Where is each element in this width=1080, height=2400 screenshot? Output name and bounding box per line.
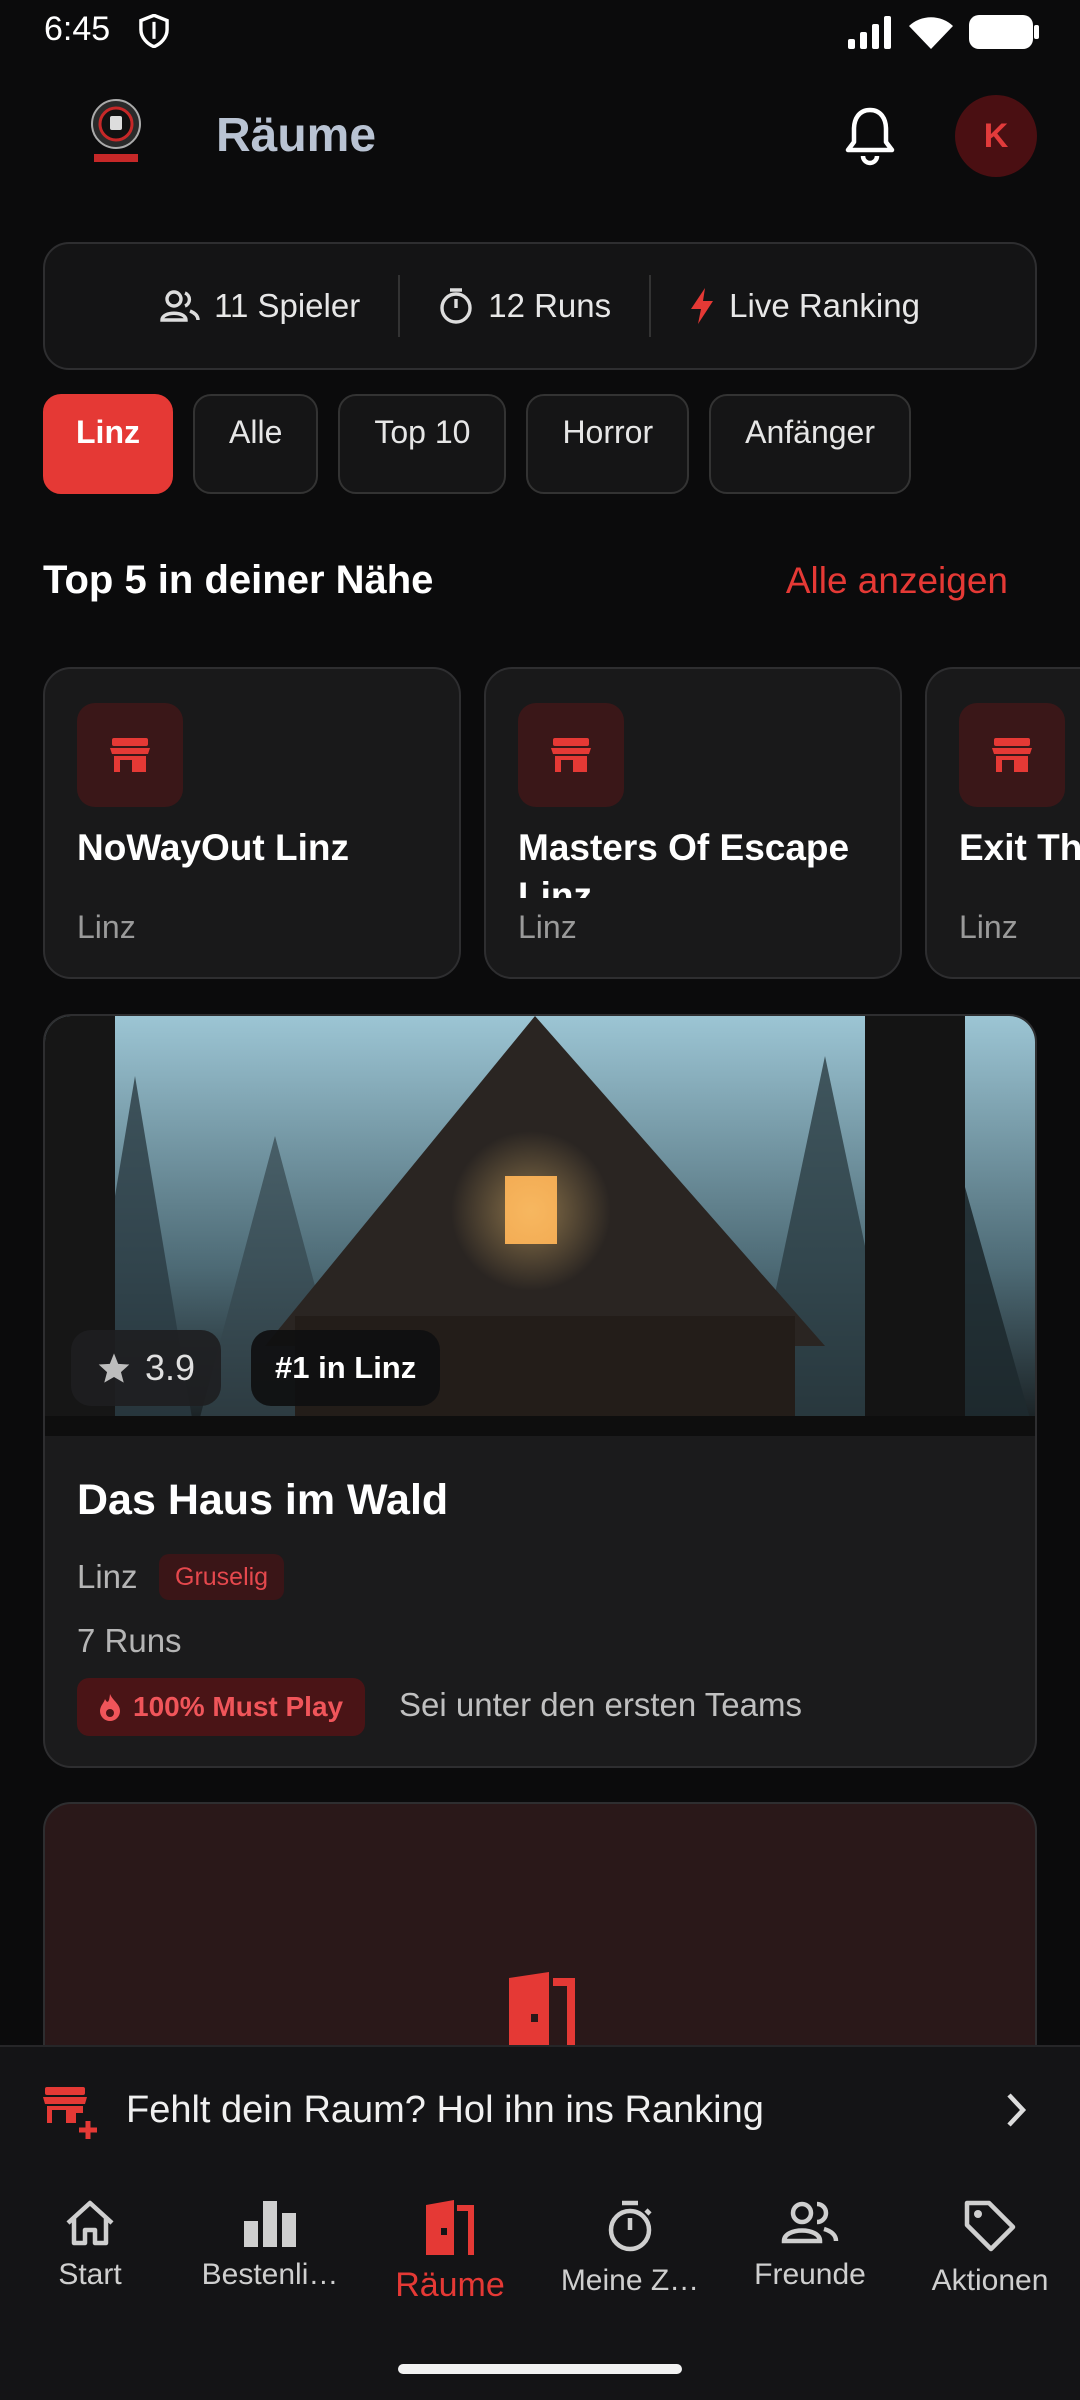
door-icon — [509, 1972, 575, 2054]
bolt-icon — [691, 288, 714, 324]
battery-icon — [969, 15, 1039, 49]
home-indicator[interactable] — [398, 2364, 682, 2374]
stat-runs-label: 12 Runs — [488, 287, 612, 324]
status-bar: 6:45 — [0, 0, 1080, 64]
timer-icon — [440, 288, 472, 324]
nearby-name: Exit Th — [959, 827, 1080, 868]
store-icon — [959, 703, 1065, 807]
room-hint: Sei unter den ersten Teams — [399, 1686, 802, 1723]
nav-item-meine-zeiten[interactable]: Meine Z… — [540, 2199, 720, 2298]
stat-players: 11 Spieler — [122, 287, 398, 325]
friends-icon — [781, 2201, 839, 2244]
stopwatch-icon — [608, 2200, 652, 2252]
notification-bell-icon[interactable] — [840, 104, 900, 168]
filter-chip-alle[interactable]: Alle — [193, 394, 319, 494]
tag-icon — [964, 2200, 1016, 2252]
filter-chips: Linz Alle Top 10 Horror Anfänger — [43, 394, 911, 494]
nav-item-start[interactable]: Start — [0, 2199, 180, 2292]
nearby-city: Linz — [959, 909, 1018, 945]
genre-badge: Gruselig — [159, 1554, 285, 1600]
nearby-name: Masters Of Escape Linz — [518, 827, 850, 898]
must-play-label: 100% Must Play — [133, 1691, 344, 1722]
chevron-right-icon — [1007, 2093, 1027, 2127]
nav-label: Freunde — [754, 2258, 866, 2291]
rank-badge: #1 in Linz — [251, 1330, 441, 1406]
store-icon — [518, 703, 624, 807]
status-time: 6:45 — [44, 10, 111, 48]
nearby-name: NoWayOut Linz — [77, 827, 349, 868]
status-icons — [846, 14, 1040, 50]
nearby-card[interactable]: Masters Of Escape Linz Linz — [484, 667, 902, 979]
door-icon — [426, 2200, 474, 2255]
add-store-icon — [43, 2087, 97, 2139]
nav-item-freunde[interactable]: Freunde — [720, 2199, 900, 2292]
filter-chip-linz[interactable]: Linz — [43, 394, 173, 494]
nav-item-bestenliste[interactable]: Bestenli… — [180, 2199, 360, 2292]
nearby-card[interactable]: Exit Th Linz — [925, 667, 1080, 979]
section-title: Top 5 in deiner Nähe — [43, 558, 434, 602]
nav-label: Räume — [395, 2266, 505, 2304]
nav-label: Bestenli… — [201, 2258, 339, 2291]
page-title: Räume — [216, 109, 377, 162]
room-card[interactable]: 3.9 #1 in Linz Das Haus im Wald Linz Gru… — [43, 1014, 1037, 1768]
rating-badge: 3.9 — [71, 1330, 222, 1406]
stat-live-ranking-label: Live Ranking — [729, 287, 920, 324]
room-city: Linz — [77, 1558, 138, 1595]
stats-bar: 11 Spieler 12 Runs Live Ranking — [43, 242, 1037, 370]
people-icon — [160, 290, 200, 322]
nav-label: Meine Z… — [560, 2264, 700, 2297]
filter-chip-anfaenger[interactable]: Anfänger — [709, 394, 911, 494]
stat-players-label: 11 Spieler — [214, 287, 361, 324]
filter-chip-top10[interactable]: Top 10 — [338, 394, 507, 494]
nav-label: Start — [58, 2258, 122, 2291]
flame-icon — [100, 1694, 120, 1721]
signal-icon — [848, 16, 891, 49]
wifi-icon — [909, 17, 953, 49]
nav-item-aktionen[interactable]: Aktionen — [900, 2199, 1080, 2298]
avatar[interactable]: K — [955, 95, 1037, 177]
nearby-card[interactable]: NoWayOut Linz Linz — [43, 667, 461, 979]
nearby-city: Linz — [77, 909, 136, 945]
nearby-city: Linz — [518, 909, 577, 945]
show-all-link[interactable]: Alle anzeigen — [786, 560, 1008, 602]
stat-runs: 12 Runs — [400, 287, 649, 325]
room-name: Das Haus im Wald — [77, 1476, 449, 1524]
rating-value: 3.9 — [145, 1347, 196, 1388]
home-icon — [66, 2200, 114, 2246]
stat-live-ranking: Live Ranking — [651, 287, 958, 325]
add-room-banner[interactable]: Fehlt dein Raum? Hol ihn ins Ranking — [0, 2045, 1080, 2177]
add-room-banner-text: Fehlt dein Raum? Hol ihn ins Ranking — [126, 2089, 764, 2131]
store-icon — [77, 703, 183, 807]
nav-label: Aktionen — [931, 2264, 1049, 2297]
star-icon — [98, 1353, 130, 1383]
shield-icon — [139, 14, 169, 48]
room-runs: 7 Runs — [77, 1622, 182, 1659]
escaperank-logo — [91, 99, 141, 162]
nav-item-raeume[interactable]: Räume — [360, 2199, 540, 2305]
leaderboard-icon — [244, 2201, 296, 2247]
filter-chip-horror[interactable]: Horror — [526, 394, 690, 494]
must-play-badge: 100% Must Play — [77, 1678, 366, 1736]
